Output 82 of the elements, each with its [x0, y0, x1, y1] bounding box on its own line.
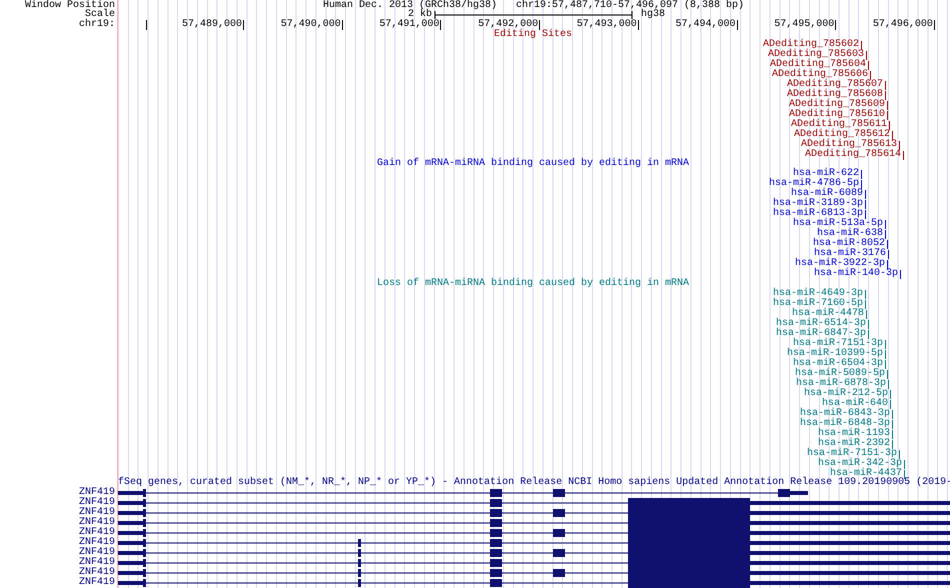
track-title: Editing Sites [494, 30, 572, 40]
feature-label: hsa-miR-4649-3p [772, 289, 863, 299]
feature-tick [892, 130, 893, 140]
feature-label: hsa-miR-10399-5p [786, 349, 883, 359]
feature-label: hsa-miR-4478 [792, 309, 864, 319]
ruler-tick [342, 20, 343, 30]
feature-label: ADediting_785609 [788, 100, 885, 110]
feature-label: hsa-miR-513a-5p [792, 219, 883, 229]
feature-label: hsa-miR-3189-3p [772, 199, 863, 209]
ruler-label: 57,496,000 [872, 20, 933, 30]
feature-label: ADediting_785613 [800, 140, 897, 150]
feature-label: ADediting_785610 [788, 110, 885, 120]
feature-label: hsa-miR-212-5p [804, 389, 888, 399]
feature-label: hsa-miR-6847-3p [776, 329, 866, 339]
feature-label: hsa-miR-6843-3p [800, 409, 890, 419]
ruler-tick [835, 20, 836, 30]
feature-label: hsa-miR-3922-3p [794, 259, 885, 269]
feature-label: ADediting_785611 [790, 120, 887, 130]
feature-label: hsa-miR-6878-3p [796, 379, 886, 389]
feature-label: hsa-miR-6504-3p [792, 359, 883, 369]
feature-label: hsa-miR-1193 [818, 429, 890, 439]
ruler-tick [539, 20, 540, 30]
feature-tick [861, 40, 862, 50]
gene-label[interactable]: ZNF419 [78, 558, 115, 568]
feature-label: hsa-miR-5089-5p [794, 369, 885, 379]
feature-label: ADediting_785604 [770, 60, 866, 70]
ruler-tick [934, 20, 935, 30]
gene-label[interactable]: ZNF419 [78, 578, 115, 588]
feature-label: hsa-miR-2392 [818, 439, 890, 449]
track-title: Loss of mRNA-miRNA binding caused by editing in mRNA [376, 279, 690, 289]
scale-db-label: hg38 [641, 10, 666, 20]
feature-label: hsa-miR-8052 [812, 239, 885, 249]
feature-label: hsa-miR-638 [816, 229, 883, 239]
feature-tick [899, 140, 900, 150]
gene-label[interactable]: ZNF419 [78, 518, 115, 528]
feature-label: hsa-miR-7160-5p [772, 299, 863, 309]
scale-size-label: 2 kb [408, 10, 432, 20]
gene-label[interactable]: ZNF419 [78, 568, 115, 578]
feature-label: hsa-miR-140-3p [814, 269, 898, 279]
feature-tick [903, 150, 904, 160]
feature-label: ADediting_785607 [786, 80, 883, 90]
gene-label[interactable]: ZNF419 [78, 538, 115, 548]
feature-label: hsa-miR-6813-3p [772, 209, 863, 219]
feature-label: ADediting_785608 [786, 90, 883, 100]
feature-label: hsa-miR-6848-3p [800, 419, 890, 429]
ruler-tick [146, 20, 147, 30]
row-label: Scale [84, 10, 115, 20]
ruler-label: 57,493,000 [576, 20, 637, 30]
ruler-tick [736, 20, 738, 30]
scale-bar-icon [434, 10, 634, 20]
ruler-tick [638, 20, 639, 30]
gene-label[interactable]: ZNF419 [78, 498, 115, 508]
ruler-label: 57,490,000 [280, 20, 341, 30]
feature-label: ADediting_785606 [772, 70, 868, 80]
ruler-tick [243, 20, 244, 30]
gene-label[interactable]: ZNF419 [78, 488, 115, 498]
feature-label: hsa-miR-6514-3p [776, 319, 866, 329]
feature-tick [899, 450, 900, 458]
feature-label: ADediting_785603 [768, 50, 864, 60]
feature-label: hsa-miR-640 [822, 399, 888, 409]
feature-label: hsa-miR-4786-5p [768, 179, 859, 189]
ruler-label: 57,492,000 [478, 20, 538, 30]
feature-label: hsa-miR-342-3p [818, 459, 902, 469]
ruler-label: 57,491,000 [379, 20, 440, 30]
feature-label: hsa-miR-7151-3p [792, 339, 883, 349]
feature-label: ADediting_785602 [762, 40, 859, 50]
ruler-label: 57,495,000 [774, 20, 834, 30]
gene-label[interactable]: ZNF419 [78, 528, 115, 538]
gene-label[interactable]: ZNF419 [78, 548, 115, 558]
track-title: Gain of mRNA-miRNA binding caused by editing in mRNA [376, 159, 690, 169]
gene-label[interactable]: ZNF419 [78, 508, 115, 518]
feature-label: ADediting_785614 [804, 150, 901, 160]
feature-tick [900, 270, 901, 278]
feature-label: hsa-miR-7151-3p [806, 449, 897, 459]
feature-label: hsa-miR-6089 [790, 189, 863, 199]
ruler-label: 57,489,000 [182, 20, 242, 30]
feature-label: hsa-miR-622 [792, 169, 859, 179]
ruler-tick [440, 20, 442, 30]
feature-label: hsa-miR-3176 [814, 249, 886, 259]
ruler-label: 57,494,000 [675, 20, 736, 30]
row-label: chr19: [78, 20, 115, 30]
feature-label: ADediting_785612 [794, 130, 890, 140]
